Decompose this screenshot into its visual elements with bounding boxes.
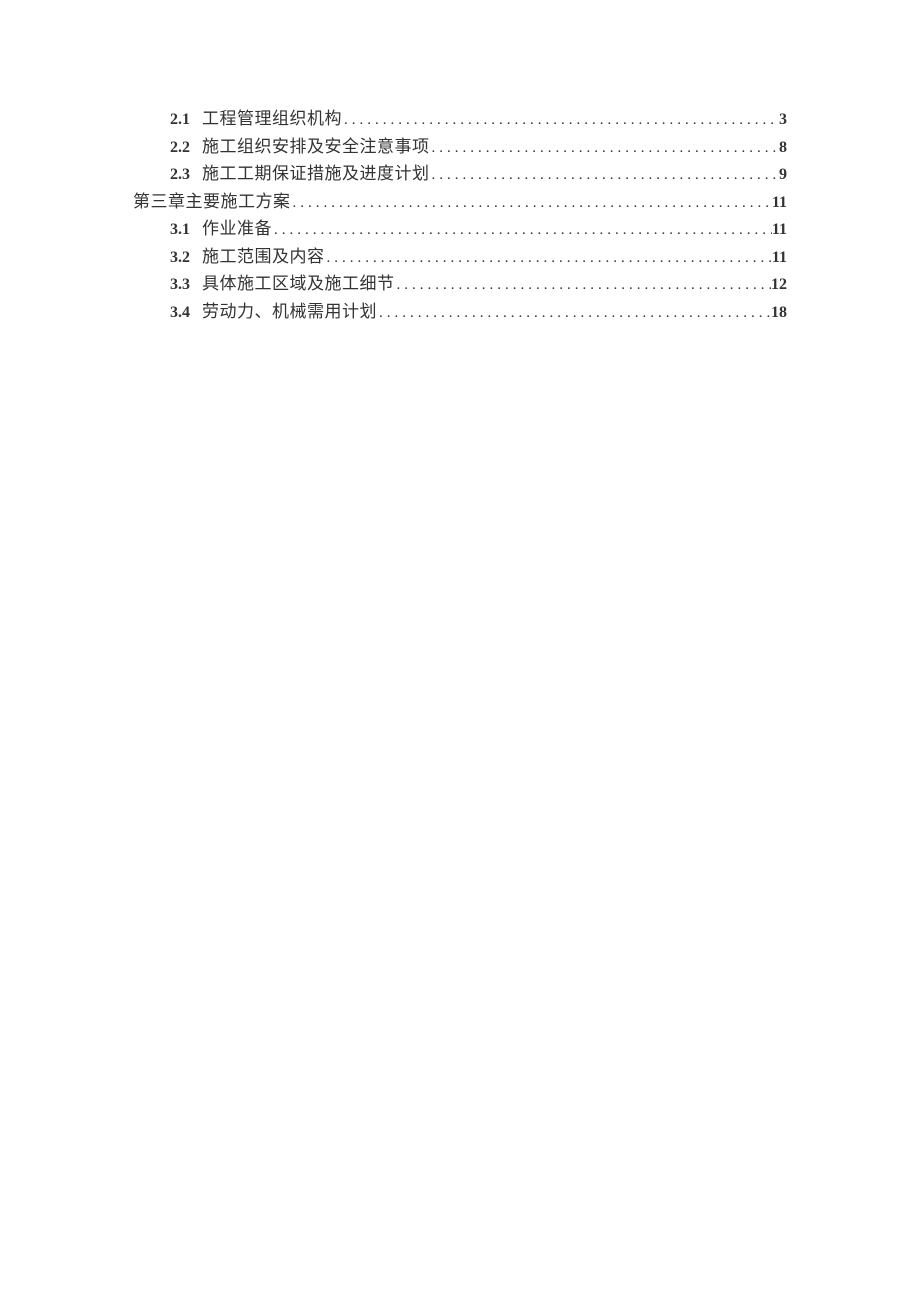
toc-chapter-entry[interactable]: 第三章主要施工方案 11: [133, 189, 787, 217]
toc-leader-dots: [430, 163, 780, 189]
toc-page: 12: [771, 272, 787, 298]
toc-number: 3.3: [170, 272, 190, 298]
toc-title: 施工工期保证措施及进度计划: [202, 161, 430, 187]
toc-number: 3.4: [170, 300, 190, 326]
toc-number: 2.2: [170, 135, 190, 161]
toc-leader-dots: [342, 108, 779, 134]
toc-page: 9: [779, 162, 787, 188]
toc-entry[interactable]: 3.2 施工范围及内容 11: [133, 244, 787, 272]
toc-leader-dots: [325, 246, 772, 272]
toc-page: 8: [779, 135, 787, 161]
toc-title: 具体施工区域及施工细节: [202, 271, 395, 297]
toc-entry[interactable]: 3.1 作业准备 11: [133, 216, 787, 244]
toc-entry[interactable]: 2.1 工程管理组织机构 3: [133, 106, 787, 134]
toc-page: 3: [779, 107, 787, 133]
table-of-contents: 2.1 工程管理组织机构 3 2.2 施工组织安排及安全注意事项 8 2.3 施…: [0, 106, 920, 326]
toc-page: 11: [772, 217, 787, 243]
toc-number: 2.1: [170, 107, 190, 133]
toc-page: 11: [772, 245, 787, 271]
toc-title: 施工组织安排及安全注意事项: [202, 134, 430, 160]
toc-number: 3.2: [170, 245, 190, 271]
toc-title: 施工范围及内容: [202, 244, 325, 270]
toc-entry[interactable]: 2.3 施工工期保证措施及进度计划 9: [133, 161, 787, 189]
toc-leader-dots: [395, 273, 772, 299]
toc-number: 3.1: [170, 217, 190, 243]
toc-entry[interactable]: 3.4 劳动力、机械需用计划 18: [133, 299, 787, 327]
toc-title: 工程管理组织机构: [202, 106, 342, 132]
toc-leader-dots: [430, 136, 780, 162]
toc-page: 11: [772, 190, 787, 216]
toc-entry[interactable]: 3.3 具体施工区域及施工细节 12: [133, 271, 787, 299]
toc-entry[interactable]: 2.2 施工组织安排及安全注意事项 8: [133, 134, 787, 162]
toc-title: 劳动力、机械需用计划: [202, 299, 377, 325]
toc-leader-dots: [272, 218, 772, 244]
toc-number: 2.3: [170, 162, 190, 188]
toc-page: 18: [771, 300, 787, 326]
toc-title: 第三章主要施工方案: [133, 189, 291, 215]
toc-leader-dots: [291, 191, 772, 217]
toc-leader-dots: [377, 301, 771, 327]
toc-title: 作业准备: [202, 216, 272, 242]
